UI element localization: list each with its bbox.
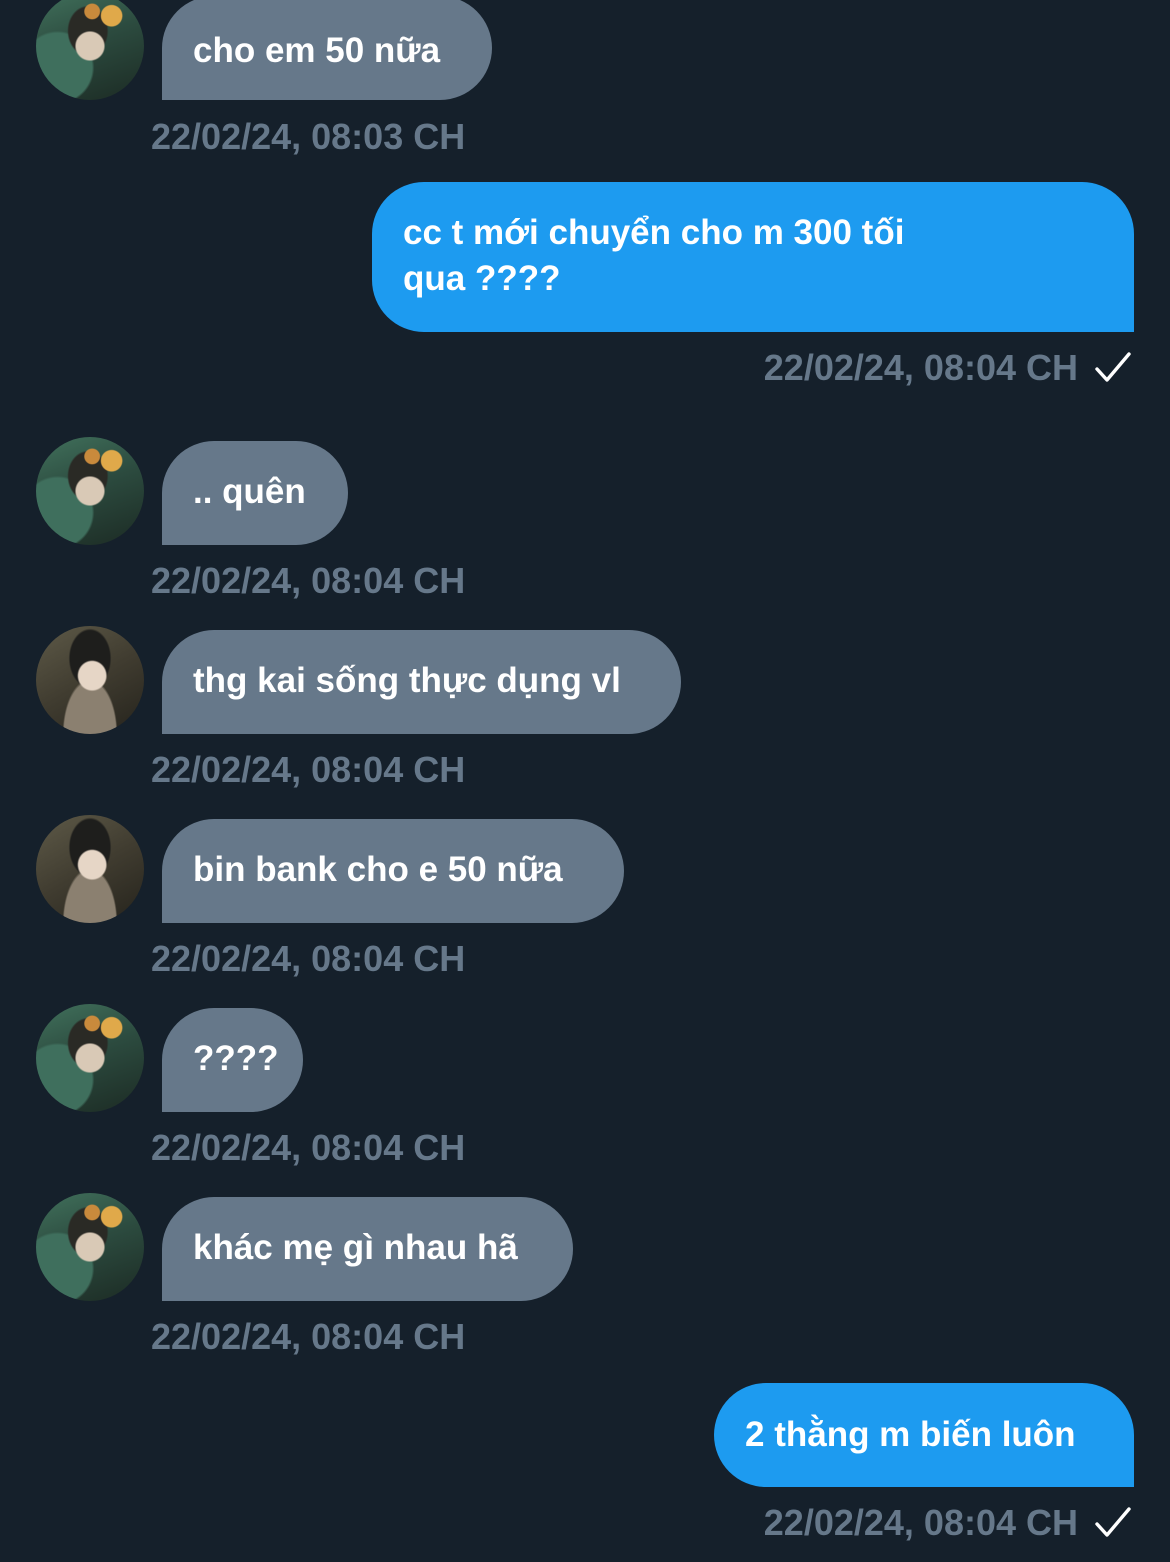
message-bubble[interactable]: thg kai sống thực dụng vl bbox=[162, 630, 681, 734]
avatar[interactable] bbox=[36, 0, 144, 100]
check-icon bbox=[1095, 1507, 1131, 1537]
avatar[interactable] bbox=[36, 1004, 144, 1112]
message-bubble[interactable]: cc t mới chuyển cho m 300 tối qua ???? bbox=[372, 182, 1134, 332]
message-text: cc t mới chuyển cho m 300 tối bbox=[403, 213, 905, 252]
message-timestamp: 22/02/24, 08:04 CH bbox=[151, 560, 466, 601]
message-text: 2 thằng m biến luôn bbox=[745, 1415, 1076, 1454]
message-text: khác mẹ gì nhau hã bbox=[193, 1228, 518, 1267]
avatar[interactable] bbox=[36, 815, 144, 923]
message-text: .. quên bbox=[193, 472, 306, 511]
message-text: thg kai sống thực dụng vl bbox=[193, 661, 621, 700]
message-bubble[interactable]: ???? bbox=[162, 1008, 303, 1112]
dm-conversation: cho em 50 nữa 22/02/24, 08:03 CH cc t mớ… bbox=[0, 0, 1170, 1562]
message-timestamp: 22/02/24, 08:04 CH bbox=[151, 1127, 466, 1168]
check-icon bbox=[1095, 352, 1131, 382]
message-text: cho em 50 nữa bbox=[193, 31, 441, 70]
message-bubble[interactable]: khác mẹ gì nhau hã bbox=[162, 1197, 573, 1301]
message-text: ???? bbox=[193, 1039, 279, 1078]
message-bubble[interactable]: bin bank cho e 50 nữa bbox=[162, 819, 624, 923]
message-timestamp: 22/02/24, 08:04 CH bbox=[151, 749, 466, 790]
message-timestamp: 22/02/24, 08:04 CH bbox=[151, 1316, 466, 1357]
message-text: qua ???? bbox=[403, 259, 561, 298]
message-timestamp: 22/02/24, 08:03 CH bbox=[151, 116, 466, 157]
message-timestamp: 22/02/24, 08:04 CH bbox=[763, 347, 1078, 388]
message-bubble[interactable]: cho em 50 nữa bbox=[162, 0, 492, 100]
message-bubble[interactable]: 2 thằng m biến luôn bbox=[714, 1383, 1134, 1487]
avatar[interactable] bbox=[36, 1193, 144, 1301]
message-text: bin bank cho e 50 nữa bbox=[193, 850, 563, 889]
message-bubble[interactable]: .. quên bbox=[162, 441, 348, 545]
message-timestamp: 22/02/24, 08:04 CH bbox=[151, 938, 466, 979]
avatar[interactable] bbox=[36, 437, 144, 545]
avatar[interactable] bbox=[36, 626, 144, 734]
message-timestamp: 22/02/24, 08:04 CH bbox=[763, 1502, 1078, 1543]
